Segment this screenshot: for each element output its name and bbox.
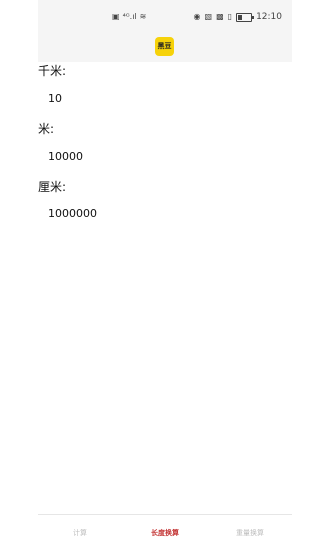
km-label: 千米: [38,64,67,78]
app-screen: ▣ ⁴ᴳ.ıl ≋ ◉ ▧ ▩ ▯ 12:10 黑豆 千米: 10 米: 100… [38,0,292,550]
tab-calculate[interactable]: 计算 [50,528,110,538]
status-bar-right: ◉ ▧ ▩ ▯ 12:10 [194,12,282,22]
cm-value: 1000000 [48,207,97,220]
status-bar: ▣ ⁴ᴳ.ıl ≋ ◉ ▧ ▩ ▯ 12:10 黑豆 [38,0,292,62]
signal-icon: ⁴ᴳ.ıl [122,12,137,21]
status-time: 12:10 [256,12,282,22]
tab-length-conversion[interactable]: 长度换算 [135,528,195,538]
app-logo: 黑豆 [155,37,174,56]
battery-icon [236,12,255,22]
km-value: 10 [48,92,62,105]
wifi-icon: ≋ [139,12,147,21]
mute-icon: ▩ [216,12,224,21]
sim-icon: ▣ [112,12,120,21]
vibrate-icon: ▯ [227,12,233,21]
cm-label: 厘米: [38,180,67,194]
m-value: 10000 [48,150,83,163]
nfc-icon: ▧ [204,12,213,21]
bottom-nav-divider [38,514,292,515]
eye-icon: ◉ [193,12,201,21]
tab-weight-conversion[interactable]: 重量换算 [220,528,280,538]
m-label: 米: [38,122,55,136]
status-bar-left: ▣ ⁴ᴳ.ıl ≋ [112,12,146,22]
